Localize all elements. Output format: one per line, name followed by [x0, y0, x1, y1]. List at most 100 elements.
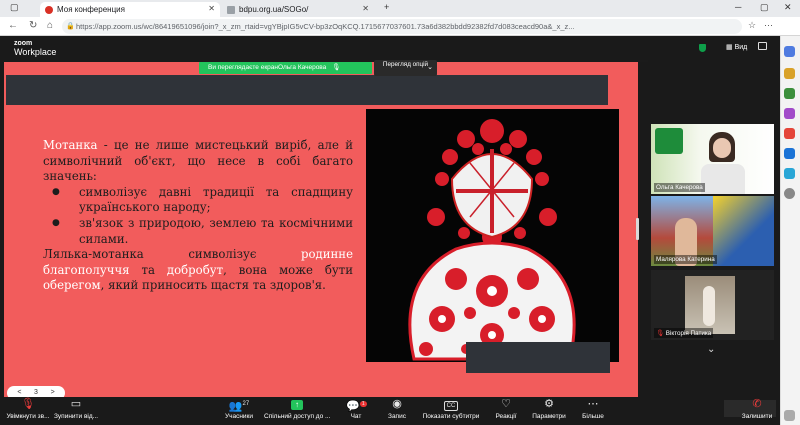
leave-icon: ✆ [752, 398, 762, 410]
add-icon[interactable] [784, 188, 795, 199]
share-screen-icon: ↑ [264, 398, 330, 411]
logo-badge [655, 128, 683, 154]
participant-name: Малярова Катерина [654, 255, 717, 264]
share-screen-label: Спільний доступ до ... [264, 413, 331, 420]
workspace-icon[interactable]: ▢ [10, 2, 19, 13]
more-button[interactable]: ⋯ Більше [580, 398, 606, 420]
close-icon[interactable]: ✕ [362, 4, 369, 13]
text-run: , який приносить щастя та здоров'я. [100, 278, 326, 293]
participants-count: 27 [242, 401, 250, 407]
face [713, 138, 731, 158]
fullscreen-icon[interactable] [758, 42, 767, 50]
record-button[interactable]: ◉ Запис [386, 398, 408, 420]
slide-bullet-list: символізує давні традиції та спадщину ук… [52, 185, 353, 247]
zoom-logo-product: Workplace [14, 47, 57, 57]
settings-button[interactable]: ⚙ Параметри [531, 398, 567, 420]
chat-icon: 💬 1 [346, 400, 367, 413]
outlook-icon[interactable] [784, 148, 795, 159]
minimize-icon[interactable]: ─ [735, 2, 741, 12]
tab-sogo[interactable]: bdpu.org.ua/SOGo/ ✕ [222, 2, 374, 17]
view-button[interactable]: ▦ Вид [726, 43, 747, 51]
close-window-icon[interactable]: ✕ [784, 2, 792, 13]
tab-label: Моя конференция [57, 5, 125, 14]
muted-mic-icon: 🎙 [656, 330, 664, 337]
view-label: Вид [734, 44, 748, 51]
list-item: символізує давні традиції та спадщину ук… [52, 185, 353, 216]
stop-video-label: Зупинити від... [54, 413, 99, 420]
people-icon: 👥27 [228, 400, 250, 413]
zoom-header [0, 36, 780, 60]
text-run: Лялька-мотанка символізує [43, 247, 301, 262]
reactions-button[interactable]: ♡ Реакції [494, 398, 518, 420]
participants-button[interactable]: 👥27 Учасники [222, 398, 256, 420]
sharing-banner: Ви переглядаєте екранОльга Качерова 🎙 [199, 62, 372, 74]
more-icon: ⋯ [587, 398, 599, 410]
motanka-doll-image [366, 109, 619, 362]
back-icon[interactable]: ← [8, 20, 18, 31]
tools-icon[interactable] [784, 88, 795, 99]
unmute-label: Увімкнути зв... [6, 413, 50, 420]
slide-keyword-motanka: Мотанка [43, 138, 98, 152]
office-icon[interactable] [784, 128, 795, 139]
shield-icon[interactable] [699, 44, 706, 52]
slide-dark-bar-bottom [466, 342, 610, 373]
share-screen-button[interactable]: ↑ Спільний доступ до ... [264, 398, 330, 420]
mic-icon: 🎙 [332, 64, 341, 71]
stop-video-button[interactable]: ▭ Зупинити від... [54, 398, 98, 420]
view-options-button[interactable]: Перегляд опцій ⌄ [374, 60, 437, 76]
participant-tile[interactable]: Ольга Качерова [651, 124, 774, 194]
captions-icon-text: CC [443, 401, 459, 411]
reactions-label: Реакції [495, 413, 517, 420]
chat-badge: 1 [359, 401, 367, 407]
chevron-down-icon: ⌄ [427, 64, 433, 71]
slide-paragraph-1: Мотанка - це не лише мистецький виріб, а… [43, 138, 353, 185]
sharing-banner-text: Ви переглядаєте екранОльга Качерова [208, 64, 327, 71]
maximize-icon[interactable]: ▢ [760, 2, 769, 13]
participant-tile[interactable]: Малярова Катерина [651, 196, 774, 266]
shopping-icon[interactable] [784, 68, 795, 79]
shirt [701, 164, 745, 194]
url-field[interactable]: 🔒 https://app.zoom.us/wc/86419651096/joi… [62, 19, 742, 34]
tab-label: bdpu.org.ua/SOGo/ [239, 5, 309, 14]
text-run: та [129, 262, 167, 277]
close-icon[interactable]: ✕ [208, 4, 215, 13]
favorites-icon[interactable]: ☆ [748, 20, 756, 31]
captions-button[interactable]: CC Показати субтитри [422, 398, 480, 420]
view-options-label: Перегляд опцій [382, 61, 429, 68]
leave-label: Залишити [741, 413, 773, 420]
browser-tab-bar: Моя конференция ✕ bdpu.org.ua/SOGo/ ✕ + … [0, 0, 800, 17]
grid-icon: ▦ [726, 44, 733, 51]
person [703, 286, 715, 326]
gear-icon: ⚙ [544, 398, 554, 410]
leave-button[interactable]: ✆ Залишити [740, 398, 774, 420]
page-icon [227, 5, 235, 14]
more-label: Більше [582, 413, 604, 420]
slide-text: Мотанка - це не лише мистецький виріб, а… [43, 138, 353, 294]
extensions-icon[interactable]: ⋯ [764, 20, 773, 31]
new-tab-button[interactable]: + [384, 2, 389, 12]
tab-my-conference[interactable]: Моя конференция ✕ [40, 2, 220, 17]
unmute-button[interactable]: 🎙 Увімкнути зв... [6, 398, 50, 420]
chat-button[interactable]: 💬 1 Чат [346, 398, 367, 420]
lock-icon: 🔒 [66, 23, 75, 30]
chevron-down-icon[interactable]: ⌄ [707, 344, 715, 355]
participant-name: Ольга Качерова [654, 183, 705, 192]
settings-icon[interactable] [784, 410, 795, 421]
zoom-record-icon [45, 5, 53, 14]
captions-icon: CC [422, 398, 480, 411]
send-icon[interactable] [784, 168, 795, 179]
games-icon[interactable] [784, 108, 795, 119]
split-resize-handle[interactable] [636, 218, 639, 240]
highlight-text: оберегом [43, 278, 101, 293]
reload-icon[interactable]: ↻ [29, 20, 37, 31]
slide-paragraph-2: Лялька-мотанка символізує родинне благоп… [43, 247, 353, 294]
search-icon[interactable] [784, 46, 795, 57]
mic-off-icon: 🎙 [21, 398, 35, 410]
address-bar: ← ↻ ⌂ 🔒 https://app.zoom.us/wc/864196510… [0, 17, 800, 36]
list-item: зв'язок з природою, землею та космічними… [52, 216, 353, 247]
home-icon[interactable]: ⌂ [47, 20, 53, 31]
text-run: , вона може бути [223, 262, 353, 277]
participant-name: 🎙 Вікторія Патика [654, 328, 714, 338]
record-label: Запис [388, 413, 406, 420]
participant-tile[interactable]: 🎙 Вікторія Патика [651, 270, 774, 340]
